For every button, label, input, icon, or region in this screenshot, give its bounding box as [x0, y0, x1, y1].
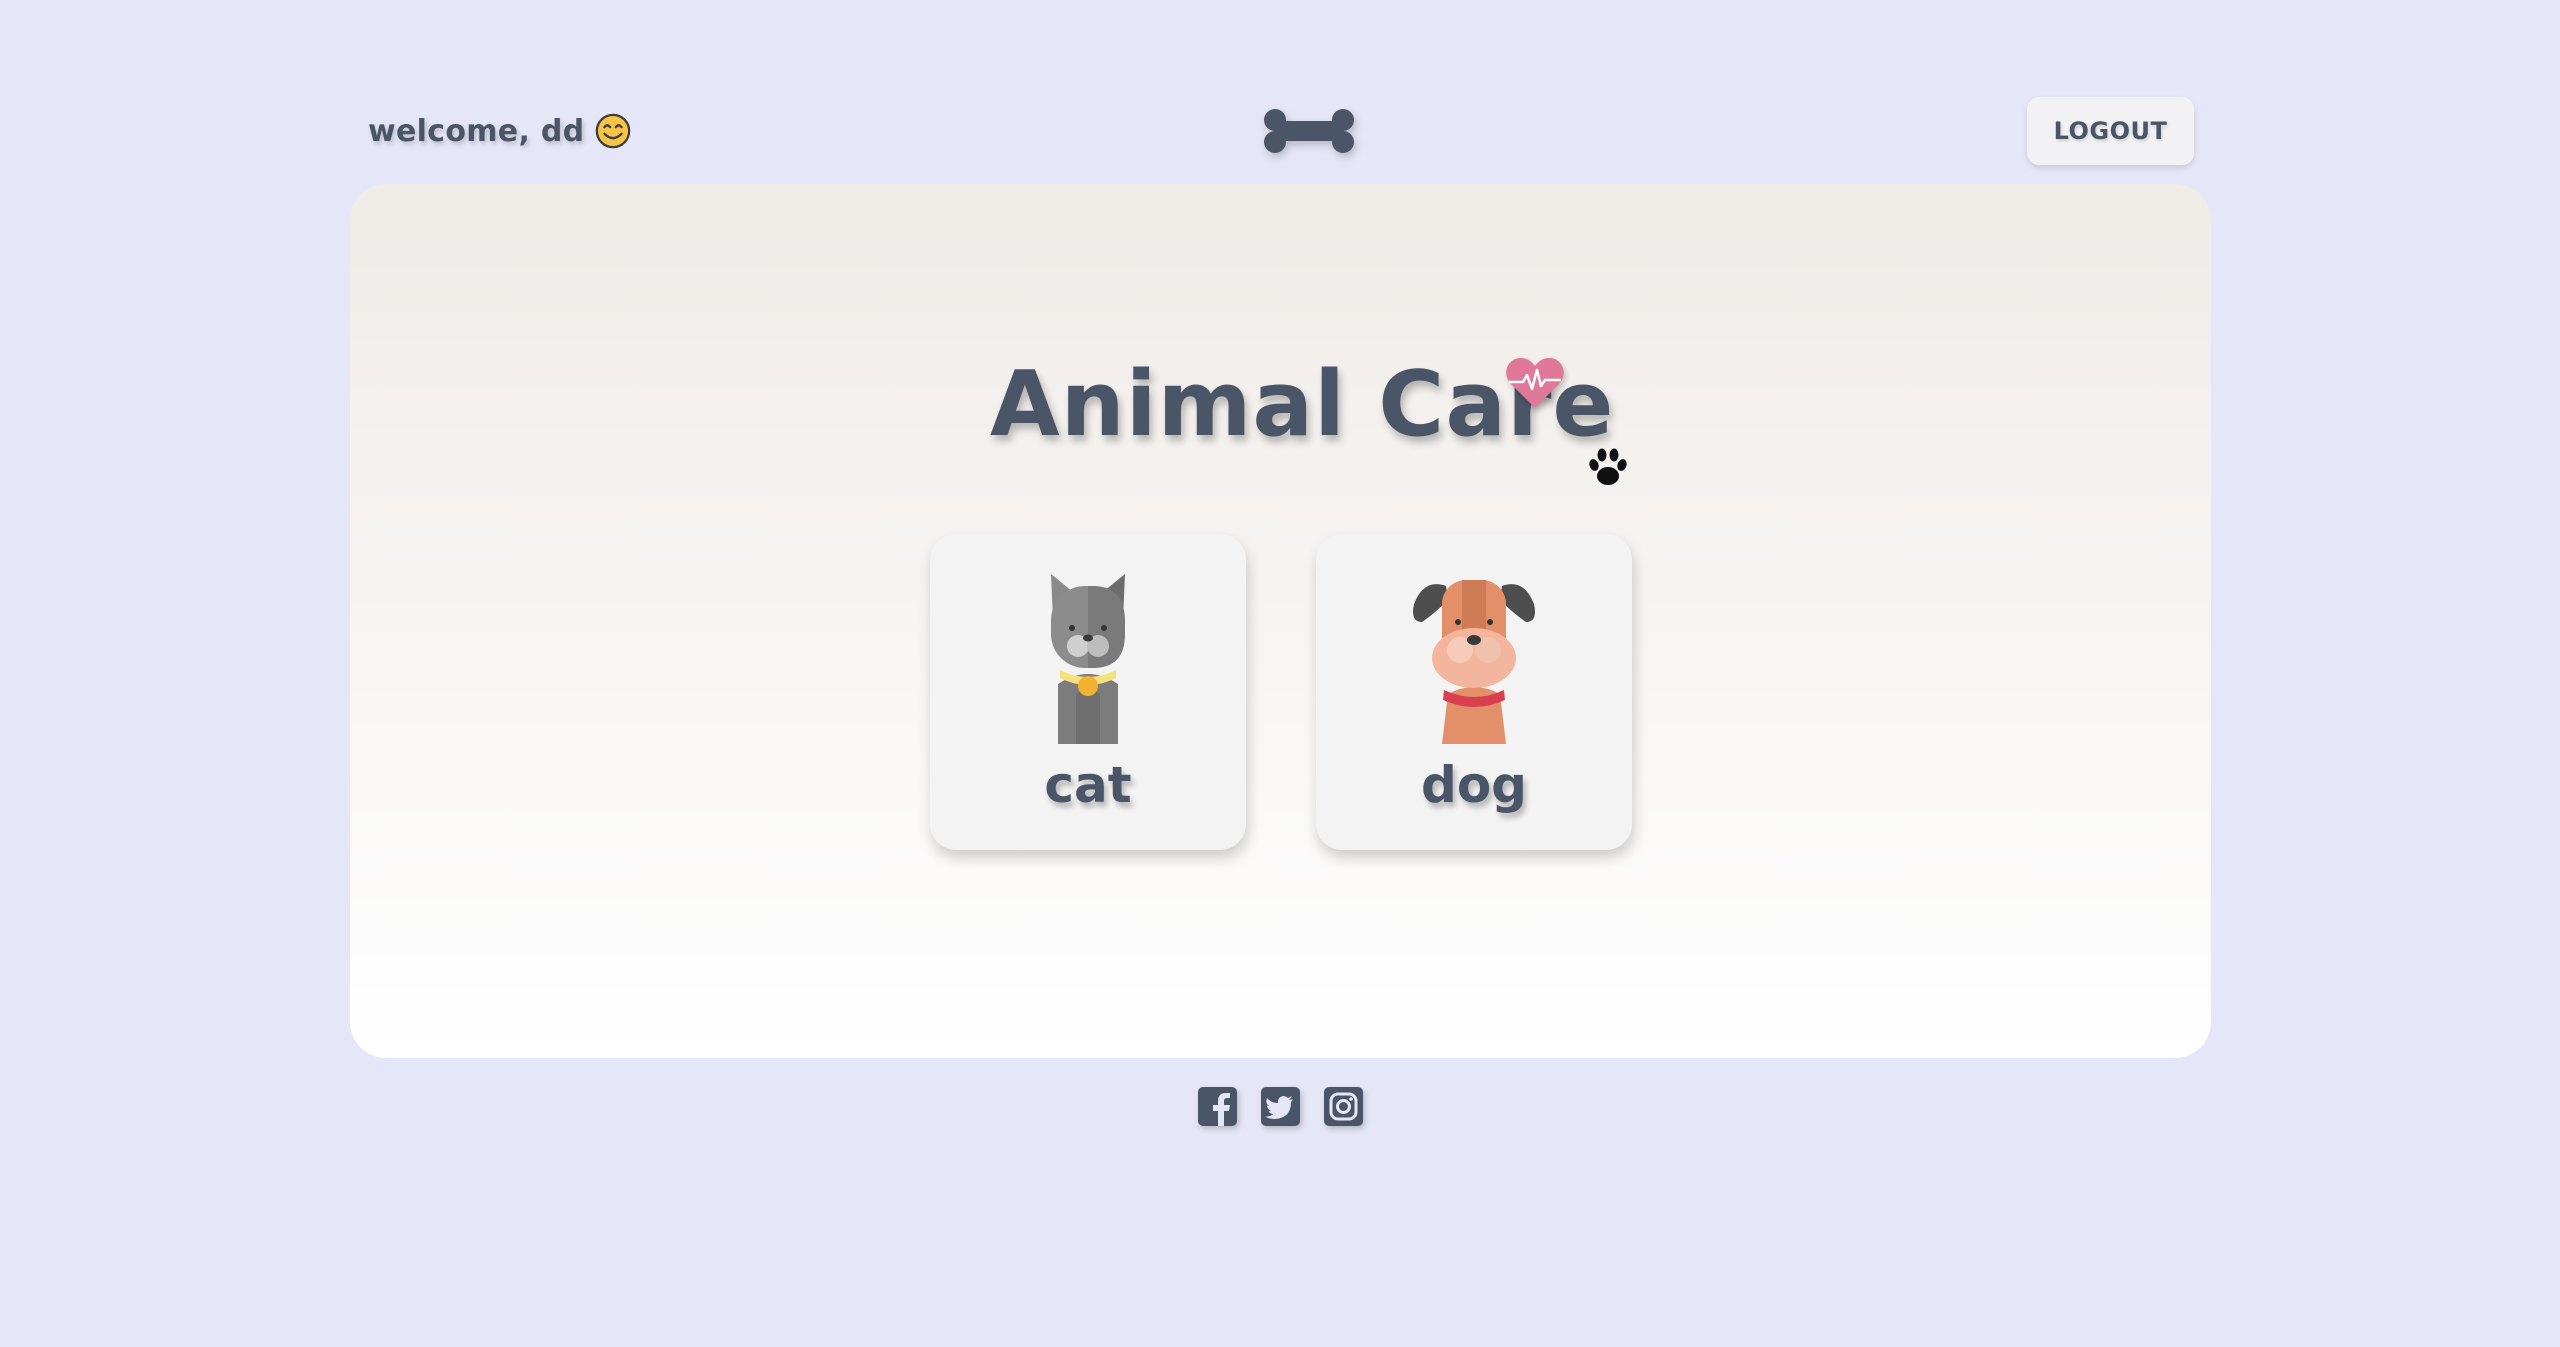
- page-title: Animal Care: [990, 352, 1615, 457]
- heart-pulse-icon: [1506, 358, 1564, 408]
- dog-label: dog: [1421, 756, 1527, 814]
- paw-icon: [1589, 448, 1627, 485]
- bone-icon[interactable]: [1262, 106, 1356, 156]
- welcome-text: welcome, dd: [368, 113, 585, 149]
- logout-button[interactable]: LOGOUT: [2027, 97, 2194, 165]
- facebook-icon[interactable]: [1197, 1086, 1238, 1127]
- twitter-icon[interactable]: [1260, 1086, 1301, 1127]
- instagram-icon[interactable]: [1323, 1086, 1364, 1127]
- smiley-face-icon: [596, 113, 631, 149]
- app-root: welcome, dd LOGOUT Animal Care cat dog: [0, 0, 2560, 1347]
- dog-icon: [1413, 580, 1535, 744]
- main-panel: Animal Care cat dog: [350, 184, 2211, 1058]
- cat-card[interactable]: cat: [930, 534, 1246, 850]
- social-links: [1197, 1086, 1364, 1127]
- welcome-message: welcome, dd: [368, 112, 632, 150]
- cat-label: cat: [1044, 756, 1132, 814]
- dog-card[interactable]: dog: [1316, 534, 1632, 850]
- cat-icon: [1051, 574, 1125, 744]
